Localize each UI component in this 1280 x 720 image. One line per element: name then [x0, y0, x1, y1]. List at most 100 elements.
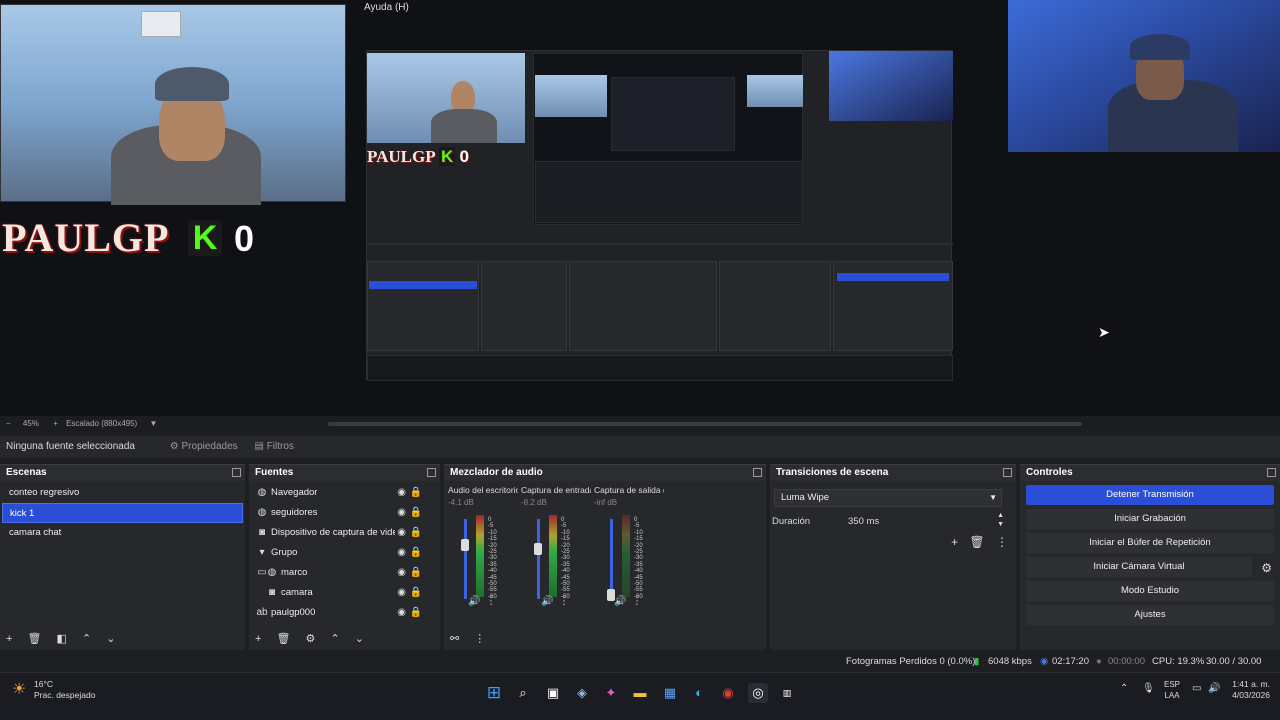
file-explorer-icon[interactable]: ▬: [630, 683, 650, 703]
nested-window-capture: PAULGP K 0: [366, 50, 953, 381]
steam-icon[interactable]: ◈: [572, 683, 592, 703]
duration-spinbox[interactable]: 350 ms ▲ ▼: [820, 511, 1010, 531]
source-item[interactable]: ◍ marco ◉ 🔒: [249, 563, 440, 583]
source-item[interactable]: ◙ Dispositivo de captura de video ◉ 🔒: [249, 523, 440, 543]
filter-icon: ▤: [254, 441, 264, 452]
source-item[interactable]: ◙ camara ◉ 🔒: [249, 583, 440, 603]
dock-icon[interactable]: [1003, 468, 1012, 477]
move-down-button[interactable]: ⌄: [355, 633, 364, 645]
stream-time: 02:17:20: [1052, 656, 1089, 667]
obs-icon[interactable]: ◎: [748, 683, 768, 703]
properties-button[interactable]: ⚙ Propiedades: [170, 441, 238, 452]
scenes-title: Escenas: [6, 467, 47, 478]
move-up-button[interactable]: ⌃: [330, 633, 339, 645]
scene-item[interactable]: conteo regresivo: [2, 483, 243, 503]
mute-speaker-icon[interactable]: 🔊: [468, 596, 480, 607]
preview-scrollbar[interactable]: [328, 422, 1082, 426]
clock[interactable]: 1:41 a. m. 4/03/2026: [1232, 679, 1270, 701]
copilot-icon[interactable]: ✦: [601, 683, 621, 703]
transition-menu-icon[interactable]: ⋮: [996, 535, 1008, 549]
visibility-eye-icon[interactable]: ◉: [397, 483, 406, 503]
lock-icon[interactable]: 🔒: [410, 523, 422, 543]
add-transition-button[interactable]: +: [951, 535, 958, 549]
visibility-eye-icon[interactable]: ◉: [397, 583, 406, 603]
volume-slider-knob[interactable]: [534, 542, 542, 555]
lock-icon[interactable]: 🔒: [410, 563, 422, 583]
filters-button[interactable]: ▤ Filtros: [254, 441, 293, 452]
scene-item[interactable]: camara chat: [2, 523, 243, 543]
chrome-icon[interactable]: ◉: [718, 683, 738, 703]
remove-source-button[interactable]: 🗑: [277, 633, 291, 645]
visibility-eye-icon[interactable]: ◉: [397, 543, 406, 563]
stop-stream-button[interactable]: Detener Transmisión: [1026, 485, 1274, 505]
spin-arrows-icon[interactable]: ▲ ▼: [997, 511, 1004, 529]
lock-icon[interactable]: 🔒: [410, 503, 422, 523]
volume-fader[interactable]: [464, 519, 467, 599]
mixer-channel: Audio del escritorio -4.1 dB 0 -5 -10 -15 …: [448, 485, 518, 615]
visibility-eye-icon[interactable]: ◉: [397, 523, 406, 543]
source-item[interactable]: ab paulgp000 ◉ 🔒: [249, 603, 440, 623]
settings-button[interactable]: Ajustes: [1026, 605, 1274, 625]
add-source-button[interactable]: +: [255, 633, 261, 645]
advanced-audio-icon[interactable]: ⚯: [450, 633, 459, 645]
scale-dropdown-icon[interactable]: ▼: [149, 419, 157, 428]
zoom-in-button[interactable]: +: [53, 419, 58, 428]
windows-start-icon[interactable]: ⊞: [484, 683, 504, 703]
replay-buffer-button[interactable]: Iniciar el Búfer de Repetición: [1026, 533, 1274, 553]
transition-select[interactable]: Luma Wipe ▼: [774, 489, 1002, 507]
visibility-eye-icon[interactable]: ◉: [397, 503, 406, 523]
add-scene-button[interactable]: +: [6, 633, 12, 645]
volume-slider-knob[interactable]: [461, 538, 469, 551]
store-icon[interactable]: ▦: [660, 683, 680, 703]
microphone-icon[interactable]: 🎙: [1142, 683, 1155, 694]
lock-icon[interactable]: 🔒: [410, 543, 422, 563]
zoom-out-button[interactable]: −: [6, 419, 11, 428]
dock-icon[interactable]: [753, 468, 762, 477]
visibility-eye-icon[interactable]: ◉: [397, 603, 406, 623]
lock-icon[interactable]: 🔒: [410, 583, 422, 603]
sources-toolbar: + 🗑 ⚙ ⌃ ⌄: [249, 628, 440, 650]
source-settings-button[interactable]: ⚙: [306, 633, 316, 645]
channel-menu-icon[interactable]: ⋮: [632, 596, 642, 607]
source-item[interactable]: ◍ Navegador ◉ 🔒: [249, 483, 440, 503]
mixer-menu-icon[interactable]: ⋮: [474, 633, 485, 645]
move-down-button[interactable]: ⌄: [106, 633, 115, 645]
scene-filters-button[interactable]: ◧: [57, 633, 67, 645]
dock-icon[interactable]: [232, 468, 241, 477]
volume-fader[interactable]: [610, 519, 613, 599]
channel-menu-icon[interactable]: ⋮: [486, 596, 496, 607]
source-item[interactable]: ◍ seguidores ◉ 🔒: [249, 503, 440, 523]
level-meter: [622, 515, 630, 597]
app-icon[interactable]: ▥: [777, 683, 797, 703]
start-recording-button[interactable]: Iniciar Grabación: [1026, 509, 1274, 529]
dock-icon[interactable]: [427, 468, 436, 477]
display-icon[interactable]: ▭: [1192, 683, 1201, 694]
volume-fader[interactable]: [537, 519, 540, 599]
virtual-camera-button[interactable]: Iniciar Cámara Virtual: [1026, 557, 1252, 577]
remove-scene-button[interactable]: 🗑: [28, 633, 42, 645]
mute-speaker-icon[interactable]: 🔊: [541, 596, 553, 607]
source-item[interactable]: ▾ ▭Grupo ◉ 🔒: [249, 543, 440, 578]
menu-help[interactable]: Ayuda (H): [364, 2, 409, 13]
search-icon[interactable]: ⌕: [513, 683, 533, 703]
task-view-icon[interactable]: ▣: [543, 683, 563, 703]
volume-icon[interactable]: 🔊: [1208, 683, 1220, 694]
lock-icon[interactable]: 🔒: [410, 483, 422, 503]
virtual-camera-settings-icon[interactable]: ⚙: [1261, 561, 1272, 575]
studio-mode-button[interactable]: Modo Estudio: [1026, 581, 1274, 601]
edge-icon[interactable]: ◐: [689, 683, 709, 703]
bitrate: 6048 kbps: [988, 656, 1032, 667]
scene-item[interactable]: kick 1: [2, 503, 243, 523]
weather-icon[interactable]: ☀: [12, 679, 26, 699]
lock-icon[interactable]: 🔒: [410, 603, 422, 623]
dock-icon[interactable]: [1267, 468, 1276, 477]
remove-transition-button[interactable]: 🗑: [969, 535, 984, 549]
visibility-eye-icon[interactable]: ◉: [397, 563, 406, 583]
nested-overlay-count: 0: [459, 147, 469, 166]
mute-speaker-icon[interactable]: 🔊: [614, 596, 626, 607]
globe-icon: ◍: [267, 567, 277, 578]
tray-chevron-icon[interactable]: ⌃: [1120, 683, 1128, 694]
channel-menu-icon[interactable]: ⋮: [559, 596, 569, 607]
language-indicator[interactable]: ESP LAA: [1164, 679, 1180, 701]
move-up-button[interactable]: ⌃: [82, 633, 91, 645]
